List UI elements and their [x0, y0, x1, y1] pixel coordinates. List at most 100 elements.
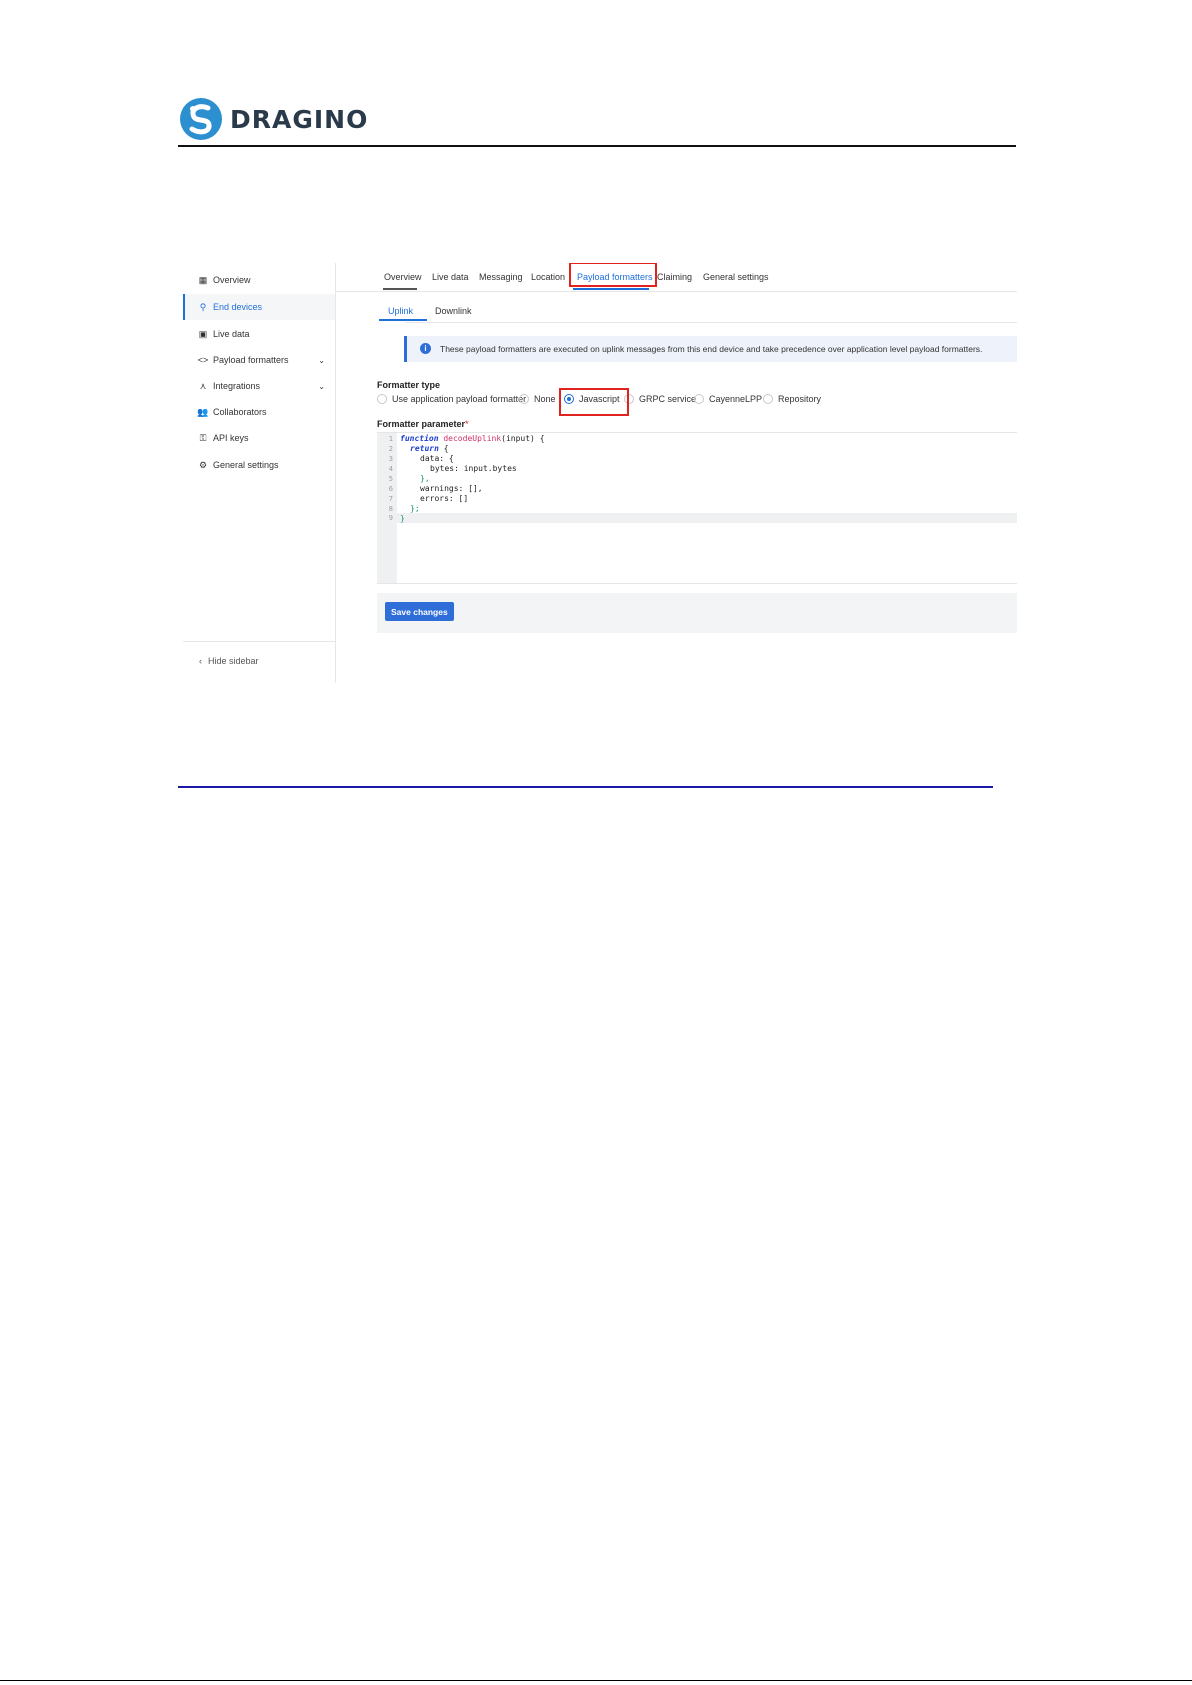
code-line-6: warnings: [],	[420, 484, 483, 493]
integration-icon: ⋏	[199, 380, 207, 391]
radio-circle	[694, 394, 704, 404]
line-number: 4	[388, 465, 393, 473]
highlight-box-tab	[569, 263, 657, 287]
sidebar-item-label: Integrations	[213, 381, 261, 391]
subtab-downlink[interactable]: Downlink	[435, 306, 472, 316]
sidebar-item-integrations[interactable]: ⋏ Integrations ⌄	[183, 373, 335, 399]
radio-use-application[interactable]: Use application payload formatter	[377, 394, 526, 404]
people-icon: 👥	[197, 406, 209, 417]
code-text: {	[438, 444, 449, 453]
info-icon: i	[420, 343, 431, 354]
chevron-down-icon: ⌄	[318, 381, 325, 391]
hide-sidebar-label: Hide sidebar	[208, 656, 259, 666]
tab-location[interactable]: Location	[531, 272, 565, 282]
sidebar-item-collaborators[interactable]: 👥 Collaborators	[183, 399, 335, 425]
code-keyword: function	[400, 434, 439, 443]
formatter-type-label: Formatter type	[377, 380, 441, 390]
radio-label: Repository	[778, 394, 822, 404]
radio-label: None	[534, 394, 556, 404]
radio-repository[interactable]: Repository	[763, 394, 821, 404]
sidebar-item-label: End devices	[213, 302, 263, 312]
sub-tabs: Uplink Downlink	[379, 295, 1017, 323]
tab-overview[interactable]: Overview	[384, 272, 422, 282]
line-number: 1	[388, 435, 393, 443]
line-number: 3	[388, 455, 393, 463]
logo-text: DRAGINO	[230, 104, 369, 134]
sidebar-item-label: Overview	[213, 275, 251, 285]
radio-cayennelpp[interactable]: CayenneLPP	[694, 394, 762, 404]
chart-icon: ▣	[198, 328, 208, 339]
sidebar-item-overview[interactable]: ▦ Overview	[183, 267, 335, 293]
line-number: 2	[388, 445, 393, 453]
sidebar-item-label: General settings	[213, 460, 279, 470]
code-icon: <>	[197, 355, 209, 365]
network-icon: ⚲	[199, 301, 207, 312]
gear-icon: ⚙	[198, 459, 208, 470]
radio-grpc-service[interactable]: GRPC service	[624, 394, 696, 404]
chevron-left-icon: ‹	[199, 656, 202, 666]
line-number: 6	[388, 485, 393, 493]
sidebar-item-label: Collaborators	[213, 407, 267, 417]
code-line-8: };	[410, 504, 420, 513]
grid-icon: ▦	[198, 274, 208, 285]
radio-label: GRPC service	[639, 394, 697, 404]
radio-circle	[377, 394, 387, 404]
code-editor[interactable]: 1 2 3 4 5 6 7 8 9 function decodeUplink(…	[377, 432, 1017, 584]
highlight-box-javascript	[559, 388, 629, 416]
code-function-name: decodeUplink	[443, 434, 502, 443]
formatter-parameter-text: Formatter parameter	[377, 419, 466, 429]
tab-general-settings[interactable]: General settings	[703, 272, 769, 282]
hide-sidebar-button[interactable]: ‹ Hide sidebar	[199, 656, 259, 666]
radio-circle	[763, 394, 773, 404]
sidebar-item-general-settings[interactable]: ⚙ General settings	[183, 452, 335, 478]
sidebar-item-label: API keys	[213, 433, 249, 443]
header-rule	[178, 145, 1016, 147]
tab-messaging[interactable]: Messaging	[479, 272, 523, 282]
radio-label: CayenneLPP	[709, 394, 763, 404]
active-line-highlight	[397, 513, 1017, 523]
line-number: 9	[388, 514, 393, 522]
sidebar-footer: ‹ Hide sidebar	[183, 641, 335, 683]
active-subtab-indicator	[379, 319, 427, 321]
code-line-5: },	[420, 474, 430, 483]
form-footer: Save changes	[377, 593, 1017, 633]
radio-none[interactable]: None	[519, 394, 556, 404]
subtab-uplink[interactable]: Uplink	[388, 306, 413, 316]
notice-text: These payload formatters are executed on…	[440, 344, 983, 354]
save-changes-button[interactable]: Save changes	[385, 602, 454, 621]
tab-hover-indicator	[383, 288, 417, 290]
code-line-4: bytes: input.bytes	[430, 464, 517, 473]
tab-live-data[interactable]: Live data	[432, 272, 469, 282]
sidebar-item-payload-formatters[interactable]: <> Payload formatters ⌄	[183, 347, 335, 373]
page-bottom-rule	[0, 1680, 1192, 1681]
code-line-3: data: {	[420, 454, 454, 463]
line-number: 8	[388, 505, 393, 513]
code-keyword: return	[410, 444, 439, 453]
key-icon: ⚿	[199, 432, 207, 443]
sidebar-item-end-devices[interactable]: ⚲ End devices	[183, 294, 335, 320]
radio-label: Use application payload formatter	[392, 394, 527, 404]
code-line-7: errors: []	[420, 494, 469, 503]
code-line-2: return {	[410, 444, 449, 453]
active-tab-indicator	[573, 288, 649, 290]
dragino-logo: DRAGINO	[178, 96, 368, 142]
sidebar-item-live-data[interactable]: ▣ Live data	[183, 321, 335, 347]
line-number: 5	[388, 475, 393, 483]
ttn-screenshot: ▦ Overview ⚲ End devices ▣ Live data <> …	[183, 263, 1017, 683]
code-text: (input) {	[501, 434, 545, 443]
top-tabs: Overview Live data Messaging Location Pa…	[335, 263, 1017, 292]
formatter-parameter-label: Formatter parameter*	[377, 419, 469, 429]
sidebar: ▦ Overview ⚲ End devices ▣ Live data <> …	[183, 263, 336, 683]
code-line-9: }	[400, 514, 405, 523]
code-line-1: function decodeUplink(input) {	[400, 434, 545, 443]
tab-claiming[interactable]: Claiming	[657, 272, 692, 282]
sidebar-item-api-keys[interactable]: ⚿ API keys	[183, 425, 335, 451]
sidebar-item-label: Payload formatters	[213, 355, 289, 365]
required-mark: *	[465, 419, 469, 429]
radio-circle	[519, 394, 529, 404]
info-notice: i These payload formatters are executed …	[404, 336, 1017, 362]
chevron-down-icon: ⌄	[318, 355, 325, 365]
sidebar-item-label: Live data	[213, 329, 250, 339]
footer-rule	[178, 786, 993, 788]
line-number: 7	[388, 495, 393, 503]
